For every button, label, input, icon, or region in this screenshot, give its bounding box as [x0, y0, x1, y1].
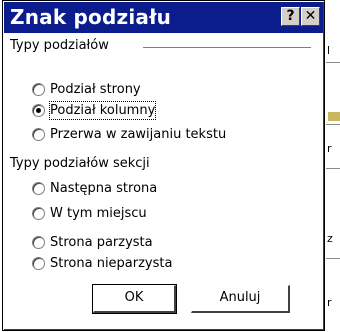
group-divider — [143, 47, 311, 49]
section-types-group-label: Typy podziałów sekcji — [10, 156, 150, 171]
radio-label: Strona parzysta — [50, 235, 153, 250]
help-button[interactable]: ? — [281, 7, 300, 26]
doc-text-fragment: l — [327, 44, 331, 57]
close-icon: ✕ — [304, 8, 317, 24]
ok-button[interactable]: OK — [92, 284, 177, 314]
radio-label: Przerwa w zawijaniu tekstu — [50, 127, 227, 142]
doc-text-fragment: r — [327, 142, 332, 155]
radio-label: Podział kolumny — [48, 101, 157, 120]
break-types-group-label: Typy podziałów — [10, 38, 109, 53]
title-bar[interactable]: Znak podziału ? ✕ — [4, 2, 323, 33]
radio-label: Strona nieparzysta — [50, 256, 173, 271]
radio-label: Podział strony — [50, 82, 141, 97]
radio-selected-dot — [36, 108, 41, 113]
doc-rule — [326, 62, 340, 63]
doc-marker — [328, 112, 340, 121]
radio-button[interactable] — [32, 128, 45, 141]
doc-rule — [326, 124, 340, 125]
radio-button[interactable] — [32, 236, 45, 249]
break-dialog: Znak podziału ? ✕ Typy podziałów Podział… — [2, 0, 325, 331]
radio-button[interactable] — [32, 257, 45, 270]
radio-label: Następna strona — [50, 181, 158, 196]
dialog-title: Znak podziału — [10, 5, 172, 29]
radio-button[interactable] — [32, 83, 45, 96]
radio-button[interactable] — [32, 207, 45, 220]
radio-label: W tym miejscu — [50, 206, 147, 221]
doc-text-fragment: z — [327, 232, 333, 245]
doc-rule — [326, 258, 340, 259]
radio-button[interactable] — [32, 104, 45, 117]
cancel-button[interactable]: Anuluj — [191, 285, 290, 313]
doc-rule — [326, 168, 340, 169]
doc-text-fragment: r — [327, 296, 332, 309]
close-button[interactable]: ✕ — [301, 7, 320, 26]
radio-button[interactable] — [32, 182, 45, 195]
